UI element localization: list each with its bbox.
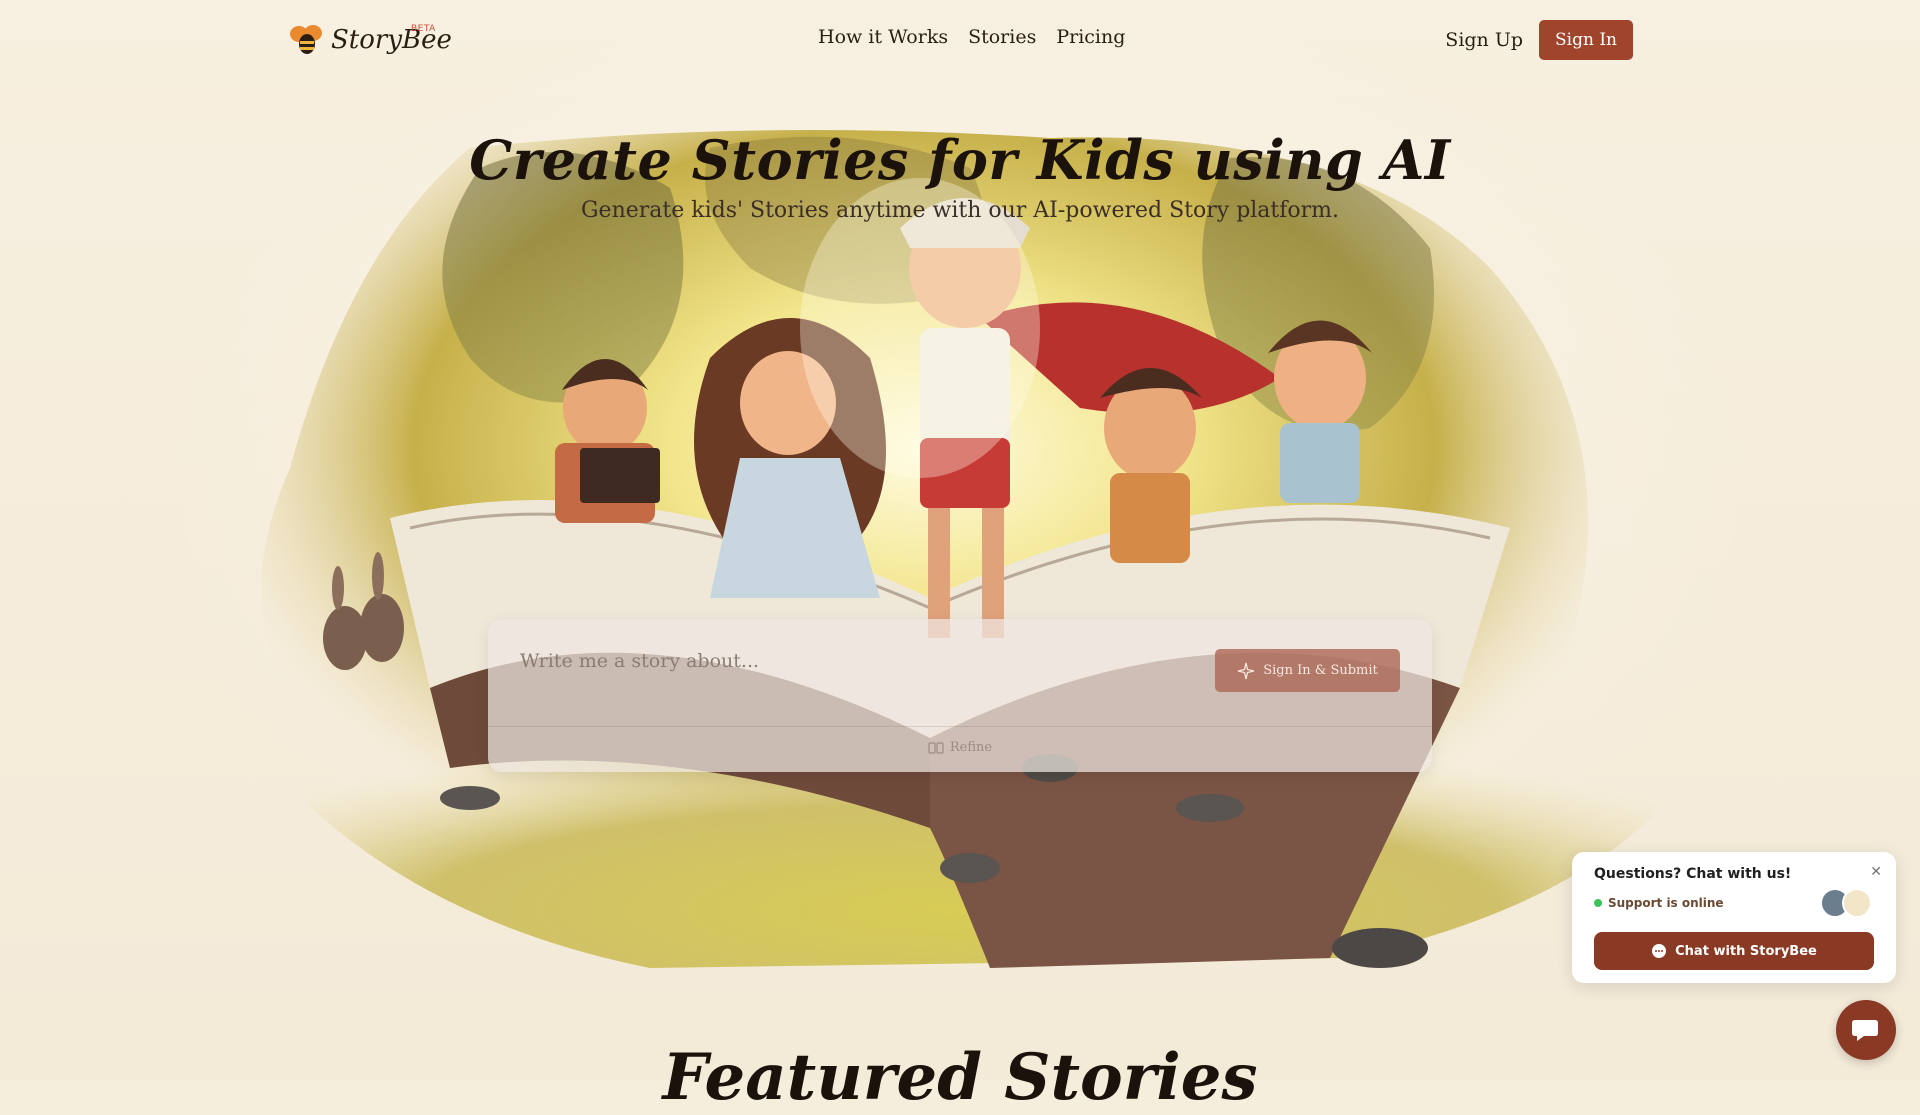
main-nav: How it Works Stories Pricing [818,26,1125,48]
hero-subtitle: Generate kids' Stories anytime with our … [580,198,1340,223]
avatar [1842,888,1872,918]
chat-icon [1852,1020,1878,1041]
sign-in-button[interactable]: Sign In [1539,20,1633,60]
support-status: Support is online [1594,896,1724,910]
chat-title: Questions? Chat with us! [1594,866,1792,882]
hero-artwork [210,130,1710,968]
prompt-divider [488,726,1432,727]
support-status-text: Support is online [1608,896,1724,910]
site-header: StoryBee BETA How it Works Stories Prici… [0,0,1920,80]
chat-widget: Questions? Chat with us! ✕ Support is on… [1572,852,1896,983]
story-prompt-input[interactable] [518,643,1162,679]
beta-badge: BETA [411,24,436,34]
book-open-icon [928,741,944,754]
auth-actions: Sign Up Sign In [1445,20,1633,60]
sign-in-submit-button[interactable]: Sign In & Submit [1215,649,1400,692]
chat-launcher-button[interactable] [1836,1000,1896,1060]
close-icon[interactable]: ✕ [1870,864,1882,880]
sparkle-icon [1238,662,1255,679]
sign-up-link[interactable]: Sign Up [1445,29,1523,51]
online-dot-icon [1594,899,1602,907]
support-avatars [1820,888,1872,918]
submit-label: Sign In & Submit [1263,663,1378,678]
brand-logo[interactable]: StoryBee BETA [289,20,452,60]
refine-button[interactable]: Refine [488,740,1432,755]
chat-bubble-icon [1652,944,1667,958]
hero-title: Create Stories for Kids using AI [469,128,1451,192]
story-prompt-card: Sign In & Submit Refine [488,619,1432,772]
featured-stories-heading: Featured Stories [662,1040,1258,1115]
chat-button-label: Chat with StoryBee [1675,943,1817,959]
bee-icon [290,25,322,54]
chat-with-storybee-button[interactable]: Chat with StoryBee [1594,932,1874,970]
nav-stories[interactable]: Stories [968,26,1036,48]
nav-pricing[interactable]: Pricing [1056,26,1125,48]
refine-label: Refine [949,740,993,755]
hero-illustration [150,128,1770,988]
nav-how-it-works[interactable]: How it Works [818,26,948,48]
